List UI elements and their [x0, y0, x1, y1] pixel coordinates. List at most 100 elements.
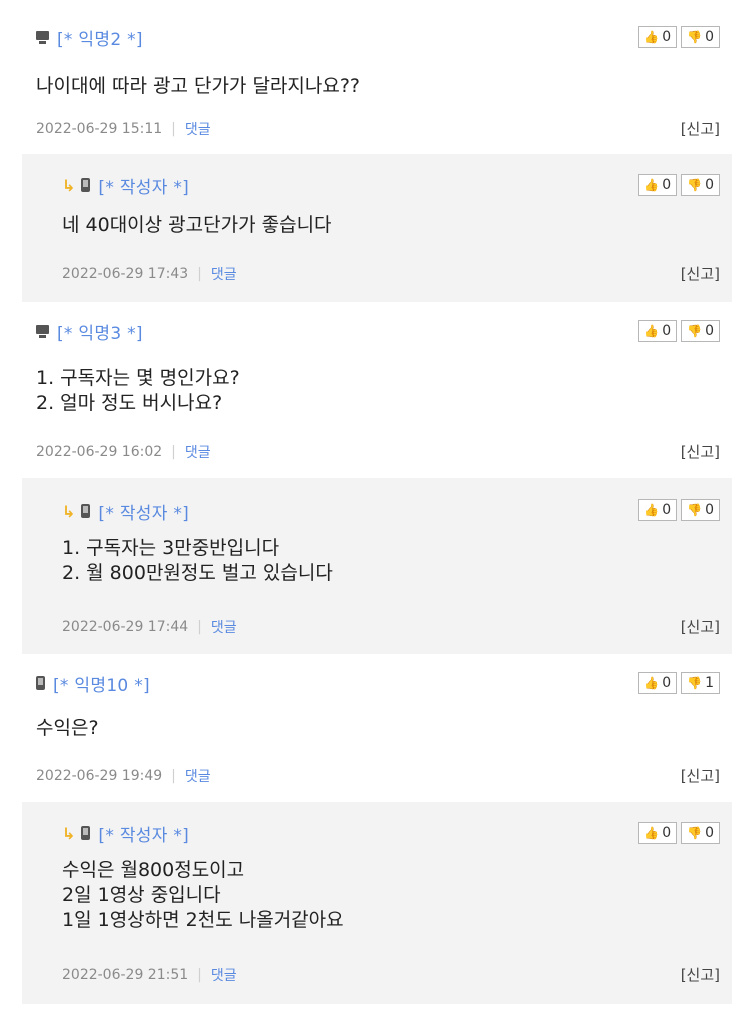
thumbs-up-icon: 👍: [644, 676, 660, 690]
comment-body: 1. 구독자는 몇 명인가요? 2. 얼마 정도 버시나요?: [36, 367, 240, 414]
desktop-icon: [36, 30, 49, 44]
thumbs-down-icon: 👎: [687, 676, 703, 690]
comment-meta: 2022-06-29 19:49 | 댓글: [36, 766, 211, 786]
timestamp: 2022-06-29 17:43: [62, 266, 189, 282]
vote-buttons: 👍 0 👎 0: [638, 499, 720, 521]
mobile-phone-icon: [81, 504, 91, 518]
thumbs-up-icon: 👍: [644, 30, 660, 44]
meta-divider: |: [171, 444, 176, 460]
thumbs-up-icon: 👍: [644, 324, 660, 338]
comment-header: [* 익명10 *]: [36, 670, 150, 696]
downvote-button[interactable]: 👎 0: [681, 320, 720, 342]
timestamp: 2022-06-29 17:44: [62, 619, 189, 635]
meta-divider: |: [197, 967, 202, 983]
thumbs-down-icon: 👎: [687, 324, 703, 338]
upvote-button[interactable]: 👍 0: [638, 26, 678, 48]
thumbs-down-icon: 👎: [687, 503, 703, 517]
desktop-icon: [36, 324, 49, 338]
report-link[interactable]: [신고]: [681, 964, 720, 985]
downvote-count: 0: [705, 29, 714, 45]
report-link[interactable]: [신고]: [681, 616, 720, 637]
upvote-button[interactable]: 👍 0: [638, 499, 678, 521]
downvote-button[interactable]: 👎 1: [681, 672, 720, 694]
reply-link[interactable]: 댓글: [185, 766, 211, 786]
downvote-button[interactable]: 👎 0: [681, 822, 720, 844]
thumbs-up-icon: 👍: [644, 503, 660, 517]
upvote-count: 0: [662, 502, 672, 518]
comment-body: 네 40대이상 광고단가가 좋습니다: [62, 214, 332, 236]
comment-meta: 2022-06-29 21:51 | 댓글: [62, 965, 237, 985]
upvote-count: 0: [662, 825, 672, 841]
comment-header: ↳ [* 작성자 *]: [62, 820, 189, 846]
timestamp: 2022-06-29 15:11: [36, 121, 163, 137]
comment-body: 수익은 월800정도이고 2일 1영상 중입니다 1일 1영상하면 2천도 나올…: [62, 859, 344, 931]
downvote-button[interactable]: 👎 0: [681, 174, 720, 196]
comment-reply: ↳ [* 작성자 *] 👍 0 👎 0 네 40대이상 광고단가가 좋습니다 202…: [22, 154, 732, 302]
nickname[interactable]: [* 익명10 *]: [53, 671, 150, 696]
comment: [* 익명3 *] 👍 0 👎 0 1. 구독자는 몇 명인가요? 2. 얼마 정도…: [22, 302, 732, 478]
upvote-button[interactable]: 👍 0: [638, 320, 678, 342]
thumbs-up-icon: 👍: [644, 178, 660, 192]
comment-reply: ↳ [* 작성자 *] 👍 0 👎 0 수익은 월800정도이고 2일 1영상 중입…: [22, 802, 732, 1004]
downvote-count: 0: [705, 323, 714, 339]
comment-body: 수익은?: [36, 717, 99, 739]
comment-list: [* 익명2 *] 👍 0 👎 0 나이대에 따라 광고 단가가 달라지나요?? 2…: [0, 0, 752, 1010]
downvote-button[interactable]: 👎 0: [681, 26, 720, 48]
downvote-count: 0: [705, 502, 714, 518]
nickname[interactable]: [* 작성자 *]: [98, 173, 189, 198]
comment: [* 익명10 *] 👍 0 👎 1 수익은? 2022-06-29 19:49 |…: [22, 654, 732, 802]
upvote-count: 0: [662, 675, 672, 691]
comment-header: ↳ [* 작성자 *]: [62, 172, 189, 198]
reply-link[interactable]: 댓글: [211, 965, 237, 985]
nickname[interactable]: [* 작성자 *]: [98, 499, 189, 524]
timestamp: 2022-06-29 16:02: [36, 444, 163, 460]
vote-buttons: 👍 0 👎 0: [638, 822, 720, 844]
upvote-count: 0: [662, 323, 672, 339]
thumbs-down-icon: 👎: [687, 178, 703, 192]
comment-body: 1. 구독자는 3만중반입니다 2. 월 800만원정도 벌고 있습니다: [62, 537, 333, 584]
upvote-count: 0: [662, 177, 672, 193]
comment-meta: 2022-06-29 16:02 | 댓글: [36, 442, 211, 462]
report-link[interactable]: [신고]: [681, 263, 720, 284]
downvote-count: 1: [705, 675, 714, 691]
downvote-button[interactable]: 👎 0: [681, 499, 720, 521]
comment: [* 익명2 *] 👍 0 👎 0 나이대에 따라 광고 단가가 달라지나요?? 2…: [22, 8, 732, 154]
comment-body: 나이대에 따라 광고 단가가 달라지나요??: [36, 75, 361, 97]
upvote-button[interactable]: 👍 0: [638, 672, 678, 694]
reply-link[interactable]: 댓글: [211, 264, 237, 284]
reply-arrow-icon: ↳: [62, 175, 76, 195]
mobile-phone-icon: [81, 178, 91, 192]
nickname[interactable]: [* 작성자 *]: [98, 821, 189, 846]
report-link[interactable]: [신고]: [681, 441, 720, 462]
thumbs-up-icon: 👍: [644, 826, 660, 840]
reply-link[interactable]: 댓글: [185, 442, 211, 462]
reply-link[interactable]: 댓글: [211, 617, 237, 637]
mobile-phone-icon: [36, 676, 45, 690]
vote-buttons: 👍 0 👎 0: [638, 320, 720, 342]
thumbs-down-icon: 👎: [687, 30, 703, 44]
comment-header: [* 익명3 *]: [36, 318, 143, 344]
reply-arrow-icon: ↳: [62, 501, 76, 521]
vote-buttons: 👍 0 👎 0: [638, 26, 720, 48]
comment-meta: 2022-06-29 17:44 | 댓글: [62, 617, 237, 637]
downvote-count: 0: [705, 825, 714, 841]
reply-link[interactable]: 댓글: [185, 119, 211, 139]
report-link[interactable]: [신고]: [681, 765, 720, 786]
upvote-button[interactable]: 👍 0: [638, 822, 678, 844]
comment-meta: 2022-06-29 15:11 | 댓글: [36, 119, 211, 139]
upvote-button[interactable]: 👍 0: [638, 174, 678, 196]
comment-meta: 2022-06-29 17:43 | 댓글: [62, 264, 237, 284]
timestamp: 2022-06-29 19:49: [36, 768, 163, 784]
upvote-count: 0: [662, 29, 672, 45]
mobile-phone-icon: [81, 826, 91, 840]
timestamp: 2022-06-29 21:51: [62, 967, 189, 983]
nickname[interactable]: [* 익명2 *]: [57, 25, 143, 50]
meta-divider: |: [171, 121, 176, 137]
comment-header: ↳ [* 작성자 *]: [62, 498, 189, 524]
reply-arrow-icon: ↳: [62, 823, 76, 843]
report-link[interactable]: [신고]: [681, 118, 720, 139]
comment-header: [* 익명2 *]: [36, 24, 143, 50]
nickname[interactable]: [* 익명3 *]: [57, 319, 143, 344]
vote-buttons: 👍 0 👎 0: [638, 174, 720, 196]
downvote-count: 0: [705, 177, 714, 193]
